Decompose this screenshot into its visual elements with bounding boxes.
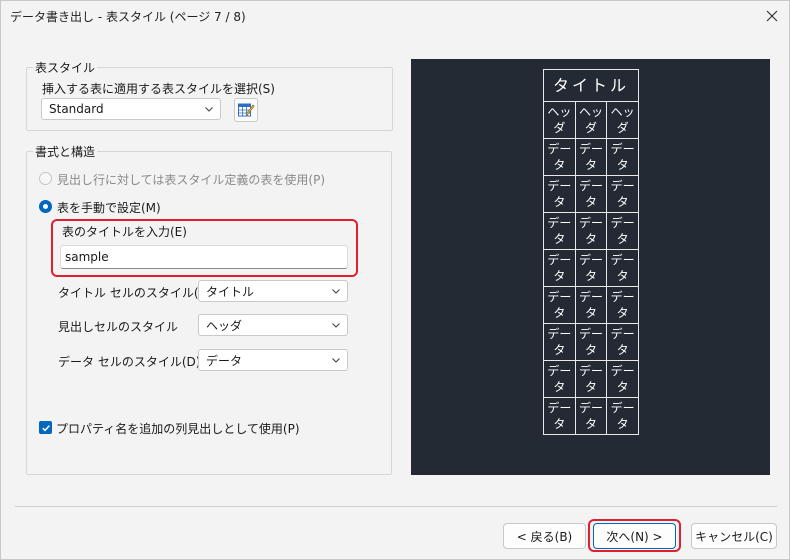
header-cell-style-label: 見出しセルのスタイル bbox=[58, 320, 179, 334]
preview-data-cell: データ bbox=[574, 323, 608, 361]
preview-data-cell: データ bbox=[543, 249, 576, 287]
data-cell-style-value: データ bbox=[206, 353, 243, 368]
preview-data-row: データ データ データ bbox=[543, 323, 639, 361]
table-preview: タイトル ヘッダ ヘッダ ヘッダ データ データ データ データ データ データ データ デー… bbox=[411, 59, 770, 475]
preview-data-cell: データ bbox=[606, 360, 639, 398]
preview-data-row: データ データ データ bbox=[543, 360, 639, 398]
preview-data-cell: データ bbox=[543, 360, 576, 398]
preview-data-cell: データ bbox=[574, 249, 608, 287]
preview-data-cell: データ bbox=[574, 286, 608, 324]
manual-setup-radio[interactable] bbox=[39, 200, 52, 213]
preview-data-row: データ データ データ bbox=[543, 249, 639, 287]
checkmark-icon bbox=[41, 424, 50, 431]
preview-header-cell: ヘッダ bbox=[574, 101, 608, 139]
preview-data-cell: データ bbox=[543, 138, 576, 176]
preview-data-cell: データ bbox=[543, 175, 576, 213]
preview-data-cell: データ bbox=[606, 249, 639, 287]
property-names-label: プロパティ名を追加の列見出しとして使用(P) bbox=[56, 422, 300, 436]
preview-data-cell: データ bbox=[543, 323, 576, 361]
header-cell-style-select[interactable]: ヘッダ bbox=[198, 314, 348, 336]
manual-setup-label: 表を手動で設定(M) bbox=[57, 201, 161, 215]
preview-data-row: データ データ データ bbox=[543, 212, 639, 250]
dialog-window: データ書き出し - 表スタイル (ページ 7 / 8) 表スタイル 挿入する表に… bbox=[0, 0, 790, 560]
format-structure-group-label: 書式と構造 bbox=[35, 145, 96, 159]
table-style-select-value: Standard bbox=[49, 102, 104, 116]
use-table-style-label: 見出し行に対しては表スタイル定義の表を使用(P) bbox=[57, 173, 326, 187]
preview-data-cell: データ bbox=[606, 397, 639, 435]
use-table-style-radio[interactable] bbox=[39, 172, 52, 185]
footer-separator bbox=[15, 506, 777, 507]
table-title-label: 表のタイトルを入力(E) bbox=[62, 225, 187, 239]
preview-data-row: データ データ データ bbox=[543, 397, 639, 435]
preview-data-cell: データ bbox=[574, 175, 608, 213]
preview-data-cell: データ bbox=[606, 138, 639, 176]
preview-data-row: データ データ データ bbox=[543, 138, 639, 176]
table-style-select-label: 挿入する表に適用する表スタイルを選択(S) bbox=[42, 82, 275, 96]
close-icon bbox=[766, 10, 778, 22]
back-button[interactable]: < 戻る(B) bbox=[503, 523, 586, 549]
data-cell-style-label: データ セルのスタイル(D) bbox=[58, 355, 201, 369]
close-button[interactable] bbox=[761, 5, 783, 27]
preview-header-cell: ヘッダ bbox=[606, 101, 639, 139]
table-style-group-label: 表スタイル bbox=[35, 61, 96, 75]
table-style-editor-icon bbox=[238, 103, 255, 117]
title-bar: データ書き出し - 表スタイル (ページ 7 / 8) bbox=[1, 1, 789, 31]
title-cell-style-select[interactable]: タイトル bbox=[198, 280, 348, 302]
preview-data-cell: データ bbox=[574, 212, 608, 250]
preview-data-cell: データ bbox=[574, 138, 608, 176]
preview-data-row: データ データ データ bbox=[543, 286, 639, 324]
preview-data-cell: データ bbox=[574, 397, 608, 435]
preview-data-cell: データ bbox=[606, 323, 639, 361]
preview-header-cell: ヘッダ bbox=[543, 101, 576, 139]
chevron-down-icon bbox=[332, 289, 340, 294]
preview-title-cell: タイトル bbox=[543, 69, 639, 102]
preview-data-cell: データ bbox=[543, 286, 576, 324]
preview-data-cell: データ bbox=[606, 175, 639, 213]
data-cell-style-select[interactable]: データ bbox=[198, 349, 348, 371]
table-style-editor-button[interactable] bbox=[234, 98, 258, 122]
chevron-down-icon bbox=[332, 323, 340, 328]
chevron-down-icon bbox=[205, 107, 213, 112]
table-style-select[interactable]: Standard bbox=[41, 98, 221, 120]
table-title-input[interactable] bbox=[60, 245, 348, 269]
preview-data-row: データ データ データ bbox=[543, 175, 639, 213]
property-names-checkbox[interactable] bbox=[39, 421, 52, 434]
cancel-button[interactable]: キャンセル(C) bbox=[691, 523, 777, 549]
preview-table: タイトル ヘッダ ヘッダ ヘッダ データ データ データ データ データ データ データ デー… bbox=[543, 69, 639, 435]
preview-data-cell: データ bbox=[543, 212, 576, 250]
chevron-down-icon bbox=[332, 358, 340, 363]
next-button[interactable]: 次へ(N) > bbox=[593, 523, 676, 549]
header-cell-style-value: ヘッダ bbox=[206, 318, 243, 333]
preview-data-cell: データ bbox=[606, 286, 639, 324]
preview-data-cell: データ bbox=[543, 397, 576, 435]
preview-data-cell: データ bbox=[574, 360, 608, 398]
title-cell-style-label: タイトル セルのスタイル(T) bbox=[58, 286, 211, 300]
preview-data-cell: データ bbox=[606, 212, 639, 250]
window-title: データ書き出し - 表スタイル (ページ 7 / 8) bbox=[10, 10, 246, 24]
title-cell-style-value: タイトル bbox=[206, 284, 255, 299]
